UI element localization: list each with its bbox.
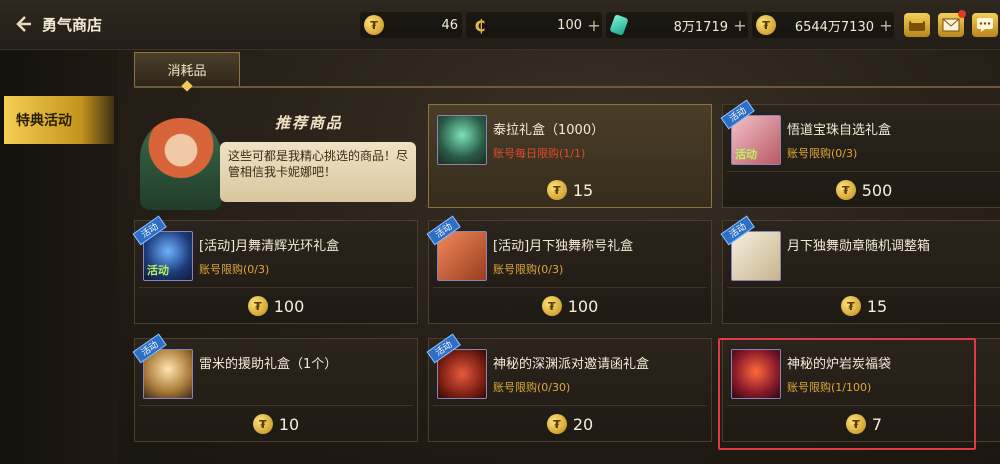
shop-item-card[interactable]: 活动 活动 [活动]月舞清辉光环礼盒 账号限购(0/3) ₮ 100 bbox=[132, 215, 418, 324]
purchase-limit: 账号限购(0/3) bbox=[787, 147, 858, 160]
item-event-tag: 活动 bbox=[735, 148, 757, 161]
price-value: 15 bbox=[866, 296, 888, 316]
gold-coin-icon: ₮ bbox=[840, 296, 861, 316]
gold-coin-icon: ₮ bbox=[756, 15, 776, 35]
chat-icon[interactable] bbox=[972, 13, 998, 37]
tab-label: 消耗品 bbox=[167, 64, 207, 79]
purchase-limit: 账号限购(0/30) bbox=[493, 381, 571, 394]
item-name: 雷米的援助礼盒（1个） bbox=[199, 357, 338, 372]
currency-value: 6544万7130 bbox=[794, 19, 874, 35]
price-button[interactable]: ₮ 100 bbox=[429, 291, 711, 321]
npc-avatar bbox=[140, 118, 222, 210]
back-arrow-icon[interactable] bbox=[10, 12, 36, 38]
add-currency-button[interactable]: + bbox=[732, 16, 748, 35]
gold-coin-icon: ₮ bbox=[845, 414, 866, 434]
divider bbox=[727, 171, 1000, 172]
shop-title: 勇气商店 bbox=[42, 16, 103, 34]
price-value: 7 bbox=[871, 414, 883, 434]
divider bbox=[433, 287, 707, 288]
divider bbox=[139, 405, 413, 406]
item-name: 悟道宝珠自选礼盒 bbox=[787, 123, 892, 138]
c-currency-icon: ₵ bbox=[474, 15, 486, 35]
price-value: 500 bbox=[861, 180, 893, 200]
add-currency-button[interactable]: + bbox=[878, 16, 894, 35]
purchase-limit: 账号限购(1/100) bbox=[787, 381, 872, 394]
item-event-tag bbox=[438, 162, 441, 164]
price-button[interactable]: ₮ 7 bbox=[723, 409, 1000, 439]
shop-item-card[interactable]: 活动 神秘的深渊派对邀请函礼盒 账号限购(0/30) ₮ 20 bbox=[426, 333, 712, 442]
price-value: 20 bbox=[572, 414, 594, 434]
price-value: 10 bbox=[278, 414, 300, 434]
price-button[interactable]: ₮ 15 bbox=[429, 175, 711, 205]
purchase-limit: 账号限购(0/3) bbox=[199, 263, 270, 276]
shop-item-card[interactable]: 泰拉礼盒（1000） 账号每日限购(1/1) ₮ 15 bbox=[428, 104, 712, 208]
npc-speech-bubble: 这些可都是我精心挑选的商品！尽管相信我卡妮娜吧！ bbox=[220, 142, 416, 202]
gold-coin-icon: ₮ bbox=[546, 180, 567, 200]
item-event-tag bbox=[144, 396, 147, 398]
mail-icon[interactable] bbox=[938, 10, 966, 37]
sidenav-item-label: 特典活动 bbox=[16, 113, 72, 129]
gold-coin-icon: ₮ bbox=[835, 180, 856, 200]
price-button[interactable]: ₮ 100 bbox=[135, 291, 417, 321]
gold-coin-icon: ₮ bbox=[546, 414, 567, 434]
tab-bar: 消耗品 bbox=[134, 52, 1000, 92]
divider bbox=[139, 287, 413, 288]
gold-coin-icon: ₮ bbox=[247, 296, 268, 316]
item-name: [活动]月下独舞称号礼盒 bbox=[493, 239, 634, 254]
shop-item-card[interactable]: 神秘的炉岩炭福袋 账号限购(1/100) ₮ 7 bbox=[722, 338, 1000, 442]
price-button[interactable]: ₮ 500 bbox=[723, 175, 1000, 205]
item-name: 神秘的炉岩炭福袋 bbox=[787, 357, 892, 372]
item-event-tag bbox=[732, 278, 735, 280]
add-currency-button[interactable]: + bbox=[586, 16, 602, 35]
shop-item-card[interactable]: 活动 雷米的援助礼盒（1个） ₮ 10 bbox=[132, 333, 418, 442]
item-name: 泰拉礼盒（1000） bbox=[493, 123, 605, 138]
item-event-tag bbox=[438, 278, 441, 280]
divider bbox=[433, 405, 707, 406]
gold-coin-icon: ₮ bbox=[541, 296, 562, 316]
sidenav-item-special-events[interactable]: 特典活动 bbox=[4, 96, 114, 144]
item-event-tag bbox=[438, 396, 441, 398]
gold-coin-icon: ₮ bbox=[252, 414, 273, 434]
shop-item-card[interactable]: 活动 [活动]月下独舞称号礼盒 账号限购(0/3) ₮ 100 bbox=[426, 215, 712, 324]
item-icon bbox=[731, 349, 781, 399]
currency-gem: 8万1719 + bbox=[606, 12, 748, 38]
currency-value: 100 bbox=[557, 17, 582, 33]
featured-banner: 推荐商品 bbox=[274, 114, 343, 132]
price-value: 100 bbox=[567, 296, 599, 316]
shop-item-card[interactable]: 活动 活动 悟道宝珠自选礼盒 账号限购(0/3) ₮ 500 bbox=[720, 99, 1000, 208]
price-value: 100 bbox=[273, 296, 305, 316]
item-name: 月下独舞勋章随机调整箱 bbox=[787, 239, 931, 254]
price-value: 15 bbox=[572, 180, 594, 200]
divider bbox=[727, 405, 1000, 406]
gold-coin-icon: ₮ bbox=[364, 15, 384, 35]
item-icon bbox=[437, 115, 487, 165]
item-name: [活动]月舞清辉光环礼盒 bbox=[199, 239, 340, 254]
purchase-limit: 账号限购(0/3) bbox=[493, 263, 564, 276]
wallet-icon[interactable] bbox=[904, 13, 930, 37]
price-button[interactable]: ₮ 20 bbox=[429, 409, 711, 439]
purchase-limit: 账号每日限购(1/1) bbox=[493, 147, 586, 160]
top-bar: 勇气商店 ₮ 46 ₵ 100 + 8万1719 + ₮ 6544万7130 + bbox=[0, 0, 1000, 50]
currency-c: ₵ 100 + bbox=[466, 12, 602, 38]
side-nav: 特典活动 bbox=[0, 50, 118, 464]
featured-promo: 推荐商品 这些可都是我精心挑选的商品！尽管相信我卡妮娜吧！ bbox=[134, 100, 418, 210]
price-button[interactable]: ₮ 15 bbox=[723, 291, 1000, 321]
item-name: 神秘的深渊派对邀请函礼盒 bbox=[493, 357, 650, 372]
shop-item-card[interactable]: 活动 月下独舞勋章随机调整箱 ₮ 15 bbox=[720, 215, 1000, 324]
currency-value: 8万1719 bbox=[673, 19, 728, 35]
currency-gold: ₮ 6544万7130 + bbox=[752, 12, 894, 38]
currency-value: 46 bbox=[441, 17, 458, 33]
item-event-tag: 活动 bbox=[147, 264, 169, 277]
divider bbox=[727, 287, 1000, 288]
price-button[interactable]: ₮ 10 bbox=[135, 409, 417, 439]
divider bbox=[433, 171, 707, 172]
item-event-tag bbox=[732, 396, 735, 398]
currency-gold-small: ₮ 46 bbox=[360, 12, 462, 38]
